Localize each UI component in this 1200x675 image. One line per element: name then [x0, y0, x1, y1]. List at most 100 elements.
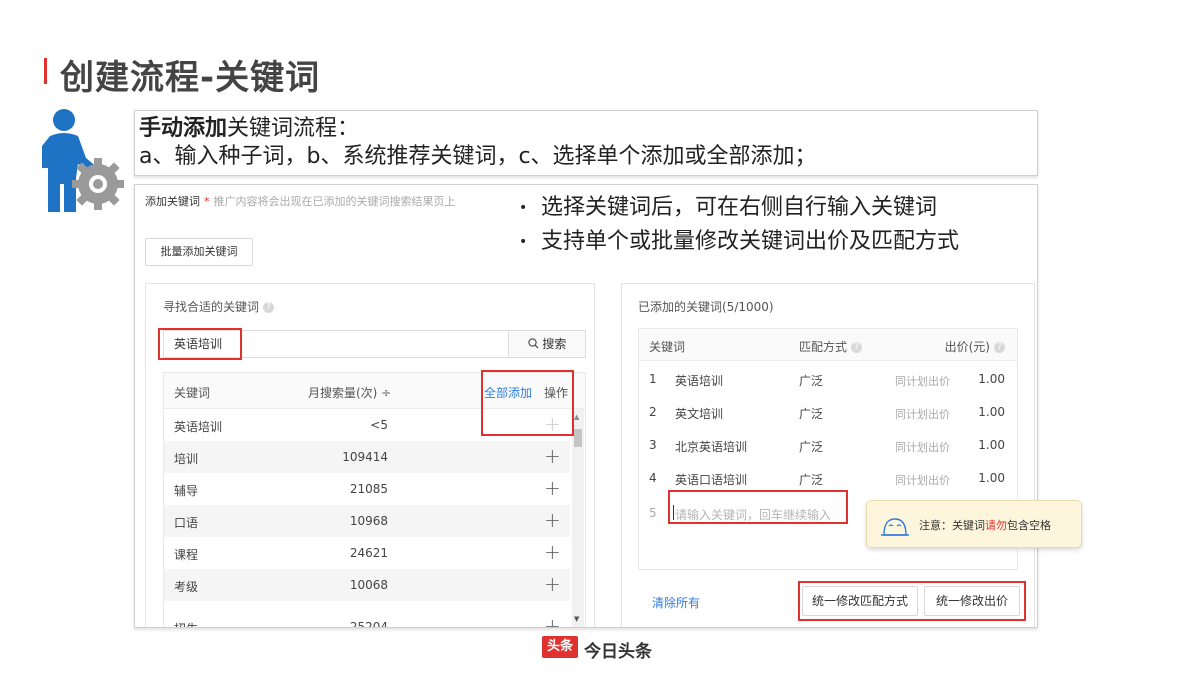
row-match-type[interactable]: 广泛: [799, 372, 823, 389]
find-keywords-card: 寻找合适的关键词? 英语培训 搜索 关键词 月搜索量(次) ÷ 全部添加 操作 …: [145, 283, 595, 628]
intro-heading: 手动添加关键词流程：: [139, 115, 1033, 143]
row-same-bid: 同计划出价: [895, 441, 950, 454]
row-keyword: 培训: [174, 452, 199, 466]
highlight-seed-input: [158, 328, 242, 360]
add-keyword-plus-icon[interactable]: +: [544, 614, 561, 627]
find-keywords-label: 寻找合适的关键词: [163, 300, 260, 314]
add-keyword-plus-icon[interactable]: +: [544, 476, 561, 500]
table-row: 考级 10068 +: [164, 569, 570, 601]
intro-bold: 手动添加: [139, 116, 228, 141]
added-keywords-card: 已添加的关键词(5/1000) 关键词 匹配方式? 出价(元)? 1 英语培训 …: [621, 283, 1035, 627]
row-volume: 24621: [349, 546, 388, 560]
bullet-text: 支持单个或批量修改关键词出价及匹配方式: [541, 229, 960, 254]
add-keyword-plus-icon[interactable]: +: [544, 572, 561, 596]
help-icon[interactable]: ?: [263, 302, 275, 313]
row-volume: 10968: [349, 514, 388, 528]
toutiao-logo-text: 今日头条: [584, 642, 652, 662]
row-keyword: 辅导: [174, 484, 199, 498]
row-number: 1: [649, 372, 657, 386]
keyword-panel: 添加关键词 * 推广内容将会出现在已添加的关键词搜索结果页上 • 选择关键词后，可在右…: [134, 184, 1038, 628]
cute-face-icon: [881, 518, 909, 536]
intro-steps: a、输入种子词，b、系统推荐关键词，c、选择单个添加或全部添加；: [139, 144, 817, 169]
added-row: 3 北京英语培训 广泛 同计划出价 1.00: [639, 429, 1017, 461]
row-number: 5: [649, 506, 657, 520]
row-price[interactable]: 1.00: [978, 405, 1005, 419]
table-row: 培训 109414 +: [164, 441, 570, 473]
row-number: 2: [649, 405, 657, 419]
search-button[interactable]: 搜索: [509, 330, 586, 358]
search-icon: [527, 338, 539, 349]
scroll-down-arrow-icon[interactable]: ▼: [574, 615, 579, 623]
help-icon[interactable]: ?: [851, 342, 863, 353]
find-keywords-title: 寻找合适的关键词?: [163, 298, 275, 315]
highlight-add-all: [481, 370, 574, 436]
row-volume: 10068: [349, 578, 388, 592]
header-price: 出价(元)?: [945, 338, 1005, 355]
header-keyword: 关键词: [649, 340, 686, 354]
help-icon[interactable]: ?: [994, 342, 1005, 353]
add-keyword-label: 添加关键词: [145, 195, 200, 208]
row-keyword: 课程: [174, 548, 199, 562]
table-row: 课程 24621 +: [164, 537, 570, 569]
space-warning-tooltip: 注意：关键词请勿包含空格: [866, 500, 1082, 548]
row-number: 4: [649, 471, 657, 485]
add-keyword-title: 添加关键词 * 推广内容将会出现在已添加的关键词搜索结果页上: [145, 193, 456, 209]
row-keyword: 英语培训: [174, 420, 223, 434]
search-button-label: 搜索: [542, 337, 567, 351]
add-keyword-plus-icon[interactable]: +: [544, 540, 561, 564]
tooltip-suffix: 包含空格: [1007, 519, 1051, 532]
toutiao-logo-mark: 头条: [542, 636, 578, 658]
scroll-up-arrow-icon[interactable]: ▲: [574, 413, 579, 421]
row-keyword: 考级: [174, 580, 199, 594]
row-keyword[interactable]: 英语培训: [675, 372, 723, 389]
highlight-new-keyword-input: [668, 490, 848, 524]
bullet-dot: •: [519, 234, 528, 250]
row-same-bid: 同计划出价: [895, 408, 950, 421]
add-keyword-plus-icon[interactable]: +: [544, 508, 561, 532]
tooltip-prefix: 注意：关键词: [919, 519, 985, 532]
bullet-item: • 选择关键词后，可在右侧自行输入关键词: [519, 191, 959, 225]
table-row: 口语 10968 +: [164, 505, 570, 537]
tooltip-warn: 请勿: [985, 519, 1007, 532]
added-row: 1 英语培训 广泛 同计划出价 1.00: [639, 363, 1017, 395]
table-row: 招生 25204 +: [164, 601, 570, 628]
row-match-type[interactable]: 广泛: [799, 471, 823, 488]
row-keyword[interactable]: 北京英语培训: [675, 438, 747, 455]
row-match-type[interactable]: 广泛: [799, 438, 823, 455]
row-volume: 25204: [349, 620, 388, 628]
clear-all-link[interactable]: 清除所有: [652, 594, 700, 611]
row-match-type[interactable]: 广泛: [799, 405, 823, 422]
intro-box: 手动添加关键词流程： a、输入种子词，b、系统推荐关键词，c、选择单个添加或全部…: [134, 110, 1038, 176]
person-gear-icon: [42, 109, 124, 212]
scroll-thumb[interactable]: [574, 429, 582, 447]
add-keyword-plus-icon[interactable]: +: [544, 444, 561, 468]
table-header: 关键词 匹配方式? 出价(元)?: [639, 329, 1017, 361]
title-accent-bar: [44, 58, 47, 84]
row-volume: 109414: [342, 450, 388, 464]
highlight-batch-buttons: [798, 581, 1026, 621]
header-keyword: 关键词: [174, 386, 211, 400]
row-price[interactable]: 1.00: [978, 372, 1005, 386]
bullet-list: • 选择关键词后，可在右侧自行输入关键词 • 支持单个或批量修改关键词出价及匹配方式: [519, 191, 959, 259]
bullet-text: 选择关键词后，可在右侧自行输入关键词: [541, 195, 938, 220]
required-star: *: [204, 195, 210, 208]
tooltip-text: 注意：关键词请勿包含空格: [919, 517, 1051, 533]
row-same-bid: 同计划出价: [895, 474, 950, 487]
header-match: 匹配方式?: [799, 338, 863, 355]
table-scrollbar[interactable]: ▲ ▼: [572, 409, 584, 627]
header-match-label: 匹配方式: [799, 340, 848, 354]
batch-add-keywords-button[interactable]: 批量添加关键词: [145, 238, 253, 266]
added-row: 2 英文培训 广泛 同计划出价 1.00: [639, 396, 1017, 428]
slide-title: 创建流程-关键词: [60, 58, 321, 98]
header-price-label: 出价(元): [944, 340, 990, 354]
row-keyword: 口语: [174, 516, 199, 530]
add-keyword-hint: 推广内容将会出现在已添加的关键词搜索结果页上: [213, 195, 456, 208]
bullet-dot: •: [519, 200, 528, 216]
added-keywords-title: 已添加的关键词(5/1000): [638, 300, 774, 314]
row-keyword[interactable]: 英文培训: [675, 405, 723, 422]
row-price[interactable]: 1.00: [978, 471, 1005, 485]
header-monthly-volume[interactable]: 月搜索量(次) ÷: [308, 384, 391, 401]
row-keyword[interactable]: 英语口语培训: [675, 471, 747, 488]
row-price[interactable]: 1.00: [978, 438, 1005, 452]
table-row: 辅导 21085 +: [164, 473, 570, 505]
